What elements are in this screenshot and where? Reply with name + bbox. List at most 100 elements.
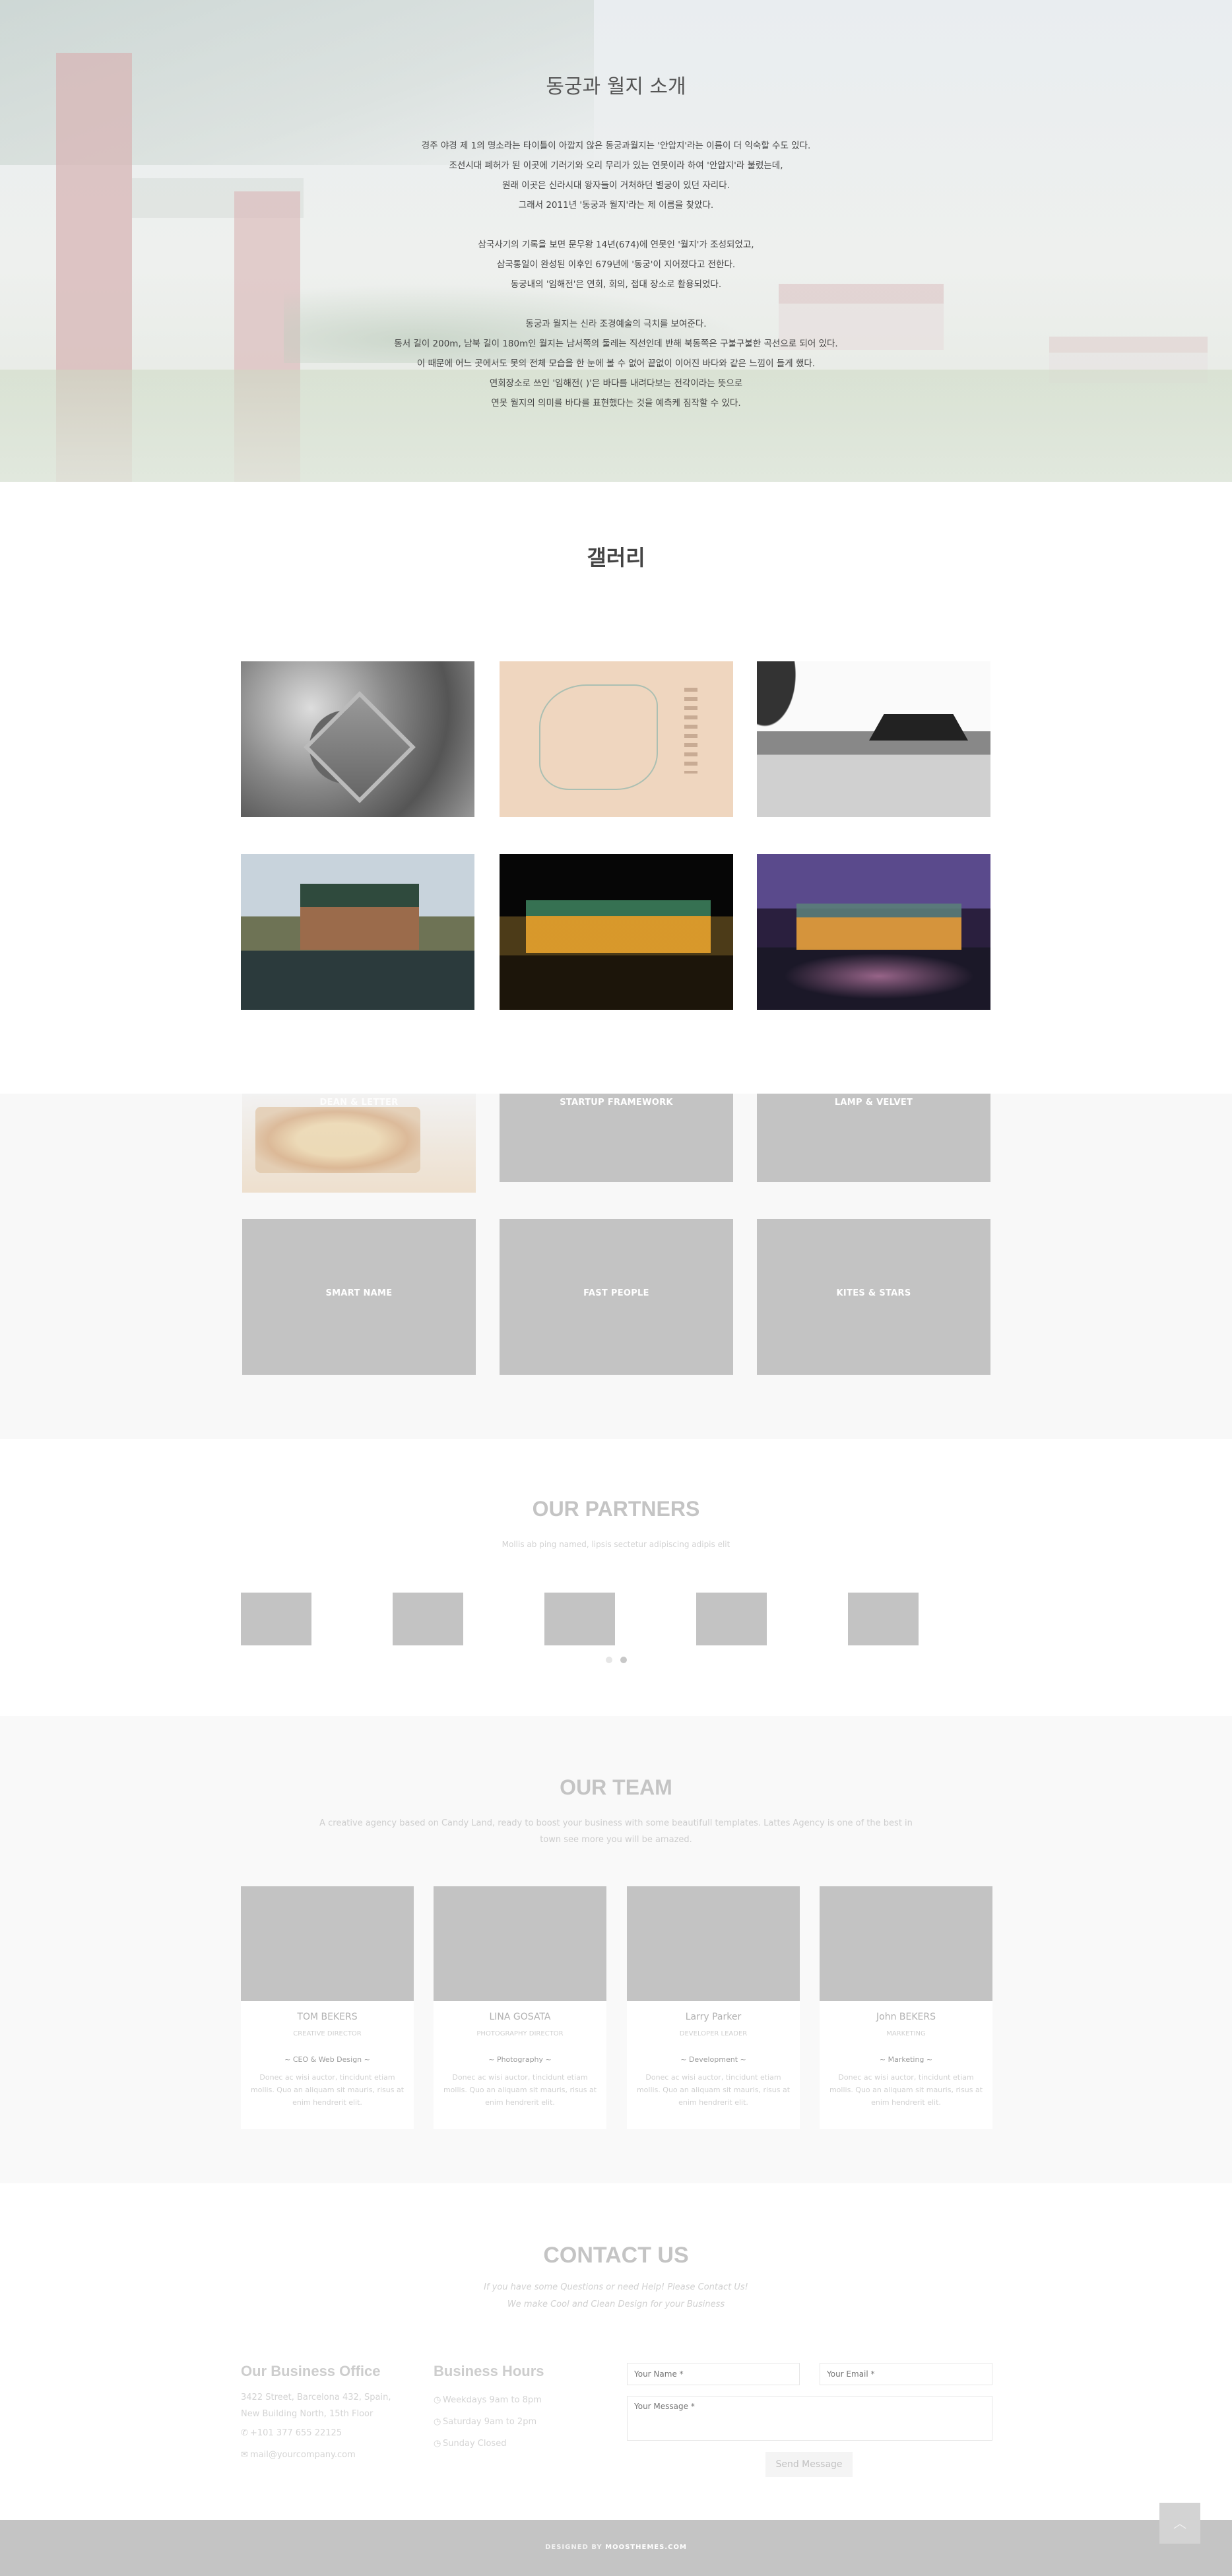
team-member-card[interactable]: LINA GOSATA PHOTOGRAPHY DIRECTOR ~ Photo… — [434, 1886, 606, 2129]
intro-hero: 동궁과 월지 소개 경주 야경 제 1의 명소라는 타이틀이 아깝지 않은 동궁… — [0, 0, 1232, 482]
team-title: OUR TEAM — [560, 1775, 672, 1799]
office-address: New Building North, 15th Floor — [241, 2409, 373, 2419]
portfolio-tile-label: SMART NAME — [325, 1288, 393, 1298]
clock-icon: ◷ — [434, 2395, 441, 2405]
intro-line: 경주 야경 제 1의 명소라는 타이틀이 아깝지 않은 동궁과월지는 '안압지'… — [421, 141, 811, 151]
gallery-photo-pavilion-night[interactable] — [500, 854, 733, 1010]
team-intro-line: A creative agency based on Candy Land, r… — [319, 1818, 913, 1828]
office-info: 3422 Street, Barcelona 432, Spain, New B… — [241, 2389, 391, 2463]
office-address: 3422 Street, Barcelona 432, Spain, — [241, 2393, 391, 2402]
gallery-photo-pavilion-dusk[interactable] — [757, 854, 990, 1010]
member-department: ~ Development ~ — [680, 2055, 746, 2064]
portfolio-tile[interactable]: FAST PEOPLE — [500, 1219, 733, 1375]
partners-subtitle: Mollis ab ping named, lipsis sectetur ad… — [502, 1540, 730, 1549]
intro-line: 연회장소로 쓰인 '임해전( )'은 바다를 내려다보는 전각이라는 뜻으로 — [489, 378, 743, 389]
footer-credit-prefix: DESIGNED BY — [545, 2544, 602, 2551]
intro-line: 삼국통일이 완성된 이후인 679년에 '동궁'이 지어졌다고 전한다. — [496, 259, 736, 270]
member-description: Donec ac wisi auctor, tincidunt etiam mo… — [636, 2073, 791, 2107]
carousel-dot[interactable] — [606, 1657, 612, 1663]
member-role: CREATIVE DIRECTOR — [293, 2030, 362, 2037]
avatar — [241, 1886, 414, 2001]
partner-logo[interactable] — [241, 1593, 311, 1645]
partner-logo[interactable] — [848, 1593, 919, 1645]
intro-title: 동궁과 월지 소개 — [546, 75, 686, 98]
contact-subtitle-line: We make Cool and Clean Design for your B… — [507, 2299, 725, 2309]
avatar — [627, 1886, 800, 2001]
intro-line: 그래서 2011년 '동궁과 월지'라는 제 이름을 찾았다. — [518, 200, 714, 211]
partner-logo[interactable] — [696, 1593, 767, 1645]
member-description: Donec ac wisi auctor, tincidunt etiam mo… — [250, 2073, 405, 2107]
footer-credit: DESIGNED BY MOOSTHEMES.COM — [0, 2544, 1232, 2551]
contact-subtitle-line: If you have some Questions or need Help!… — [484, 2282, 748, 2292]
team-intro: A creative agency based on Candy Land, r… — [0, 1815, 1232, 1848]
partner-logo[interactable] — [393, 1593, 463, 1645]
contact-title: CONTACT US — [543, 2243, 689, 2268]
portfolio-tile[interactable]: LAMP & VELVET — [757, 1094, 990, 1182]
send-message-button[interactable]: Send Message — [765, 2452, 853, 2477]
team-member-card[interactable]: Larry Parker DEVELOPER LEADER ~ Developm… — [627, 1886, 800, 2129]
message-field[interactable] — [627, 2396, 992, 2441]
member-name: TOM BEKERS — [297, 2012, 358, 2022]
portfolio-tile[interactable]: SMART NAME — [242, 1219, 476, 1375]
member-department: ~ Marketing ~ — [879, 2055, 933, 2064]
member-department: ~ CEO & Web Design ~ — [284, 2055, 370, 2064]
portfolio-tile-label: STARTUP FRAMEWORK — [560, 1098, 673, 1107]
portfolio-tile[interactable]: DEAN & LETTER — [242, 1094, 476, 1193]
partner-logo[interactable] — [544, 1593, 615, 1645]
office-heading: Our Business Office — [241, 2363, 381, 2379]
team-intro-line: town see more you will be amazed. — [540, 1835, 692, 1845]
avatar — [820, 1886, 992, 2001]
intro-line: 이 때문에 어느 곳에서도 못의 전체 모습을 한 눈에 볼 수 없어 끝없이 … — [416, 358, 816, 369]
intro-line: 원래 이곳은 신라시대 왕자들이 거처하던 별궁이 있던 자리다. — [502, 180, 730, 191]
intro-line: 동궁내의 '임해전'은 연회, 회의, 접대 장소로 활용되었다. — [510, 279, 722, 290]
member-role: PHOTOGRAPHY DIRECTOR — [476, 2030, 564, 2037]
intro-line: 동서 길이 200m, 남북 길이 180m인 월지는 남서쪽의 둘레는 직선인… — [394, 339, 838, 349]
hours-heading: Business Hours — [434, 2363, 544, 2379]
member-department: ~ Photography ~ — [488, 2055, 552, 2064]
portfolio-tile-label: KITES & STARS — [836, 1288, 911, 1298]
team-member-card[interactable]: TOM BEKERS CREATIVE DIRECTOR ~ CEO & Web… — [241, 1886, 414, 2129]
member-name: LINA GOSATA — [489, 2012, 551, 2022]
gallery-photo-pavilion-day[interactable] — [241, 854, 474, 1010]
intro-line: 동궁과 월지는 신라 조경예술의 극치를 보여준다. — [525, 319, 707, 329]
member-role: DEVELOPER LEADER — [679, 2030, 748, 2037]
partners-title: OUR PARTNERS — [532, 1497, 700, 1521]
portfolio-tile-label: DEAN & LETTER — [319, 1098, 399, 1107]
member-name: John BEKERS — [876, 2012, 936, 2022]
member-name: Larry Parker — [685, 2012, 742, 2022]
phone-icon: ✆ — [241, 2428, 248, 2438]
name-field[interactable] — [627, 2363, 800, 2385]
footer: DESIGNED BY MOOSTHEMES.COM — [0, 2520, 1232, 2576]
email-field[interactable] — [820, 2363, 992, 2385]
portfolio-tile[interactable]: STARTUP FRAMEWORK — [500, 1094, 733, 1182]
team-member-card[interactable]: John BEKERS MARKETING ~ Marketing ~ Done… — [820, 1886, 992, 2129]
footer-credit-brand[interactable]: MOOSTHEMES.COM — [605, 2544, 687, 2551]
member-description: Donec ac wisi auctor, tincidunt etiam mo… — [443, 2073, 597, 2107]
office-email[interactable]: mail@yourcompany.com — [250, 2450, 356, 2460]
member-description: Donec ac wisi auctor, tincidunt etiam mo… — [829, 2073, 983, 2107]
hours-item: Sunday Closed — [443, 2439, 507, 2449]
contact-subtitle: If you have some Questions or need Help!… — [0, 2279, 1232, 2313]
gallery-photo-bw-pavilion[interactable] — [757, 661, 990, 817]
intro-line: 조선시대 폐허가 된 이곳에 기러기와 오리 무리가 있는 연못이라 하여 '안… — [449, 160, 783, 171]
portfolio-tile-label: LAMP & VELVET — [834, 1098, 913, 1107]
gallery-photo-stone[interactable] — [241, 661, 474, 817]
intro-line: 연못 월지의 의미를 바다를 표현했다는 것을 예측케 짐작할 수 있다. — [491, 398, 741, 409]
office-phone: +101 377 655 22125 — [250, 2428, 342, 2438]
gallery-photo-old-map[interactable] — [500, 661, 733, 817]
gallery-title: 갤러리 — [587, 545, 645, 570]
intro-text: 경주 야경 제 1의 명소라는 타이틀이 아깝지 않은 동궁과월지는 '안압지'… — [0, 136, 1232, 413]
food-plate-image — [255, 1107, 420, 1173]
hours-item: Weekdays 9am to 8pm — [443, 2395, 542, 2405]
clock-icon: ◷ — [434, 2417, 441, 2427]
envelope-icon: ✉ — [241, 2450, 248, 2460]
carousel-dot-active[interactable] — [620, 1657, 627, 1663]
portfolio-tile[interactable]: KITES & STARS — [757, 1219, 990, 1375]
chevron-up-icon[interactable]: ︿ — [1159, 2503, 1200, 2544]
clock-icon: ◷ — [434, 2439, 441, 2449]
intro-line: 삼국사기의 기록을 보면 문무왕 14년(674)에 연못인 '월지'가 조성되… — [478, 240, 754, 250]
avatar — [434, 1886, 606, 2001]
portfolio-tile-label: FAST PEOPLE — [583, 1288, 649, 1298]
hours-item: Saturday 9am to 2pm — [443, 2417, 537, 2427]
member-role: MARKETING — [886, 2030, 926, 2037]
